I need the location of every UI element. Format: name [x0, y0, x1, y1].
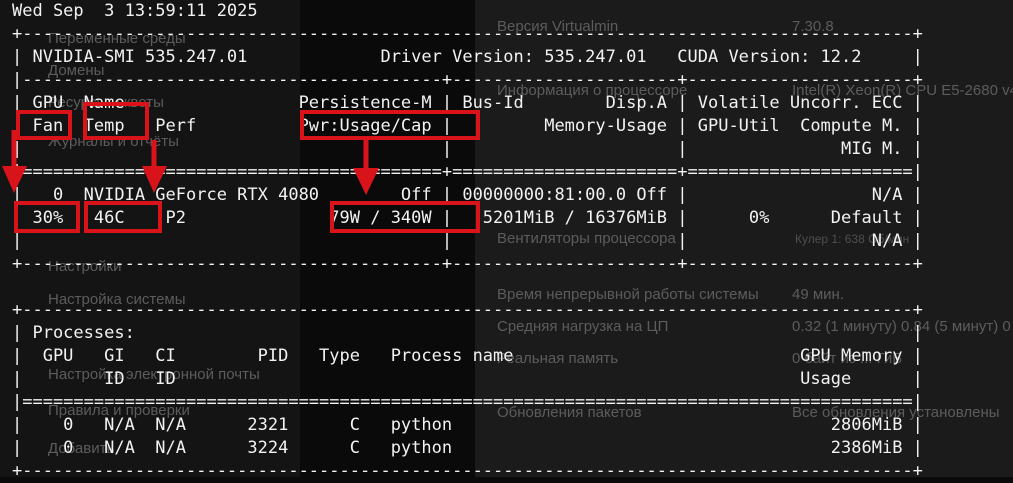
power-arrow-icon: [353, 140, 379, 195]
annotation-arrows: [2, 130, 379, 195]
temp-arrow-icon: [142, 140, 167, 193]
fan-arrow-icon: [2, 130, 27, 193]
